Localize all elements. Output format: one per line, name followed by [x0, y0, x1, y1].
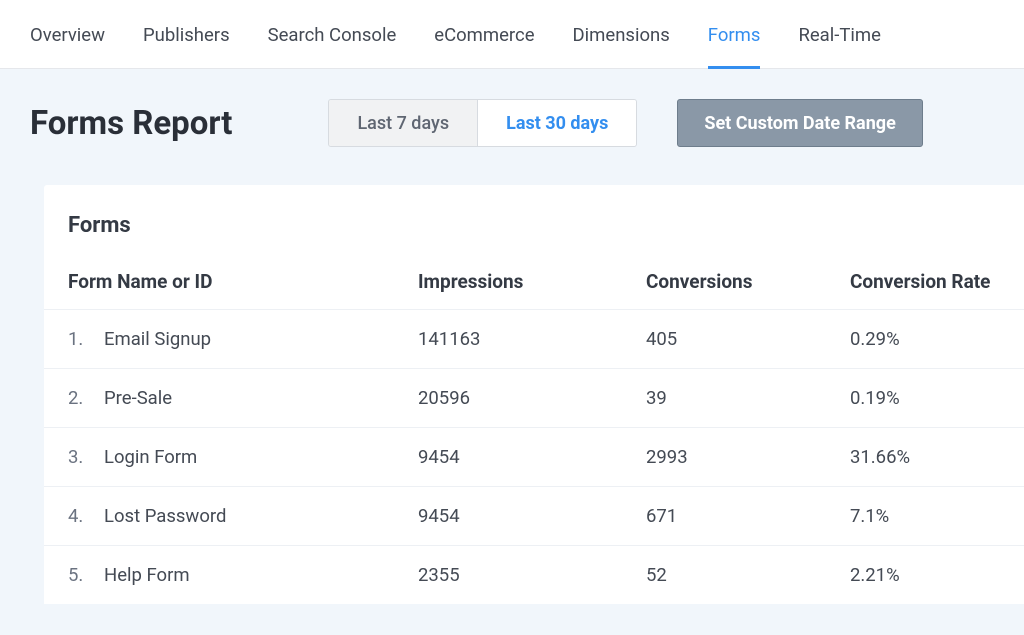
tab-publishers[interactable]: Publishers	[143, 24, 230, 68]
cell-conversion-rate: 7.1%	[850, 505, 1000, 527]
row-number: 4.	[68, 505, 104, 527]
row-name: Login Form	[104, 446, 197, 468]
cell-impressions: 2355	[418, 564, 646, 586]
card-title: Forms	[44, 213, 1024, 260]
cell-conversion-rate: 0.19%	[850, 387, 1000, 409]
row-name: Pre-Sale	[104, 387, 172, 409]
cell-impressions: 141163	[418, 328, 646, 350]
tab-bar: Overview Publishers Search Console eComm…	[0, 0, 1024, 69]
tab-overview[interactable]: Overview	[30, 24, 105, 68]
cell-conversion-rate: 31.66%	[850, 446, 1000, 468]
tab-forms[interactable]: Forms	[708, 24, 761, 68]
cell-impressions: 9454	[418, 505, 646, 527]
tab-search-console[interactable]: Search Console	[268, 24, 397, 68]
cell-name: 1. Email Signup	[68, 328, 418, 350]
forms-table: Form Name or ID Impressions Conversions …	[44, 260, 1024, 604]
col-header-name: Form Name or ID	[68, 270, 418, 293]
row-number: 2.	[68, 387, 104, 409]
row-number: 5.	[68, 564, 104, 586]
tab-ecommerce[interactable]: eCommerce	[434, 24, 534, 68]
content-area: Forms Report Last 7 days Last 30 days Se…	[0, 69, 1024, 635]
table-row: 4. Lost Password 9454 671 7.1%	[44, 487, 1024, 546]
cell-conversions: 39	[646, 387, 850, 409]
cell-name: 2. Pre-Sale	[68, 387, 418, 409]
cell-conversion-rate: 2.21%	[850, 564, 1000, 586]
table-row: 5. Help Form 2355 52 2.21%	[44, 546, 1024, 604]
row-name: Lost Password	[104, 505, 226, 527]
table-header: Form Name or ID Impressions Conversions …	[44, 260, 1024, 310]
page-title: Forms Report	[30, 104, 232, 143]
cell-conversions: 52	[646, 564, 850, 586]
cell-name: 5. Help Form	[68, 564, 418, 586]
range-last-7-days[interactable]: Last 7 days	[329, 100, 478, 146]
table-row: 3. Login Form 9454 2993 31.66%	[44, 428, 1024, 487]
table-row: 2. Pre-Sale 20596 39 0.19%	[44, 369, 1024, 428]
cell-name: 3. Login Form	[68, 446, 418, 468]
tab-real-time[interactable]: Real-Time	[798, 24, 880, 68]
cell-name: 4. Lost Password	[68, 505, 418, 527]
row-name: Email Signup	[104, 328, 211, 350]
cell-conversion-rate: 0.29%	[850, 328, 1000, 350]
cell-conversions: 405	[646, 328, 850, 350]
row-number: 3.	[68, 446, 104, 468]
col-header-impressions: Impressions	[418, 270, 646, 293]
range-last-30-days[interactable]: Last 30 days	[478, 100, 636, 146]
row-number: 1.	[68, 328, 104, 350]
header-row: Forms Report Last 7 days Last 30 days Se…	[30, 99, 1024, 147]
cell-impressions: 9454	[418, 446, 646, 468]
col-header-conversions: Conversions	[646, 270, 850, 293]
col-header-conversion-rate: Conversion Rate	[850, 270, 1000, 293]
date-range-toggle: Last 7 days Last 30 days	[328, 99, 637, 147]
row-name: Help Form	[104, 564, 190, 586]
forms-card: Forms Form Name or ID Impressions Conver…	[44, 185, 1024, 604]
cell-impressions: 20596	[418, 387, 646, 409]
table-row: 1. Email Signup 141163 405 0.29%	[44, 310, 1024, 369]
set-custom-date-range-button[interactable]: Set Custom Date Range	[677, 99, 922, 147]
tab-dimensions[interactable]: Dimensions	[573, 24, 670, 68]
cell-conversions: 2993	[646, 446, 850, 468]
cell-conversions: 671	[646, 505, 850, 527]
